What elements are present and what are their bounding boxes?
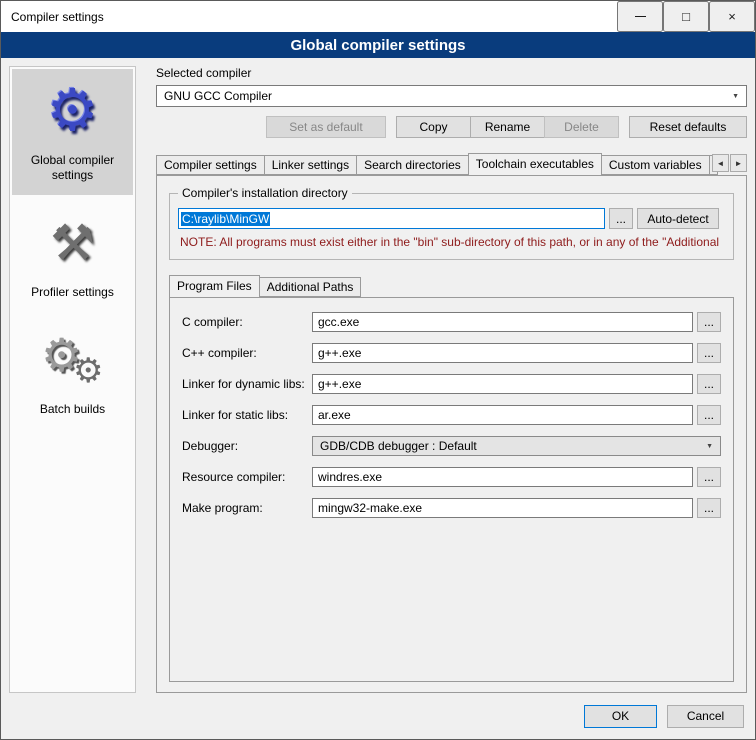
selected-compiler-label: Selected compiler — [156, 66, 747, 80]
sidebar-item-global-compiler-settings[interactable]: ⚙ Global compiler settings — [12, 69, 133, 195]
debugger-value: GDB/CDB debugger : Default — [320, 439, 477, 453]
installation-directory-row: C:\raylib\MinGW ... Auto-detect — [178, 208, 719, 229]
main-panel: Selected compiler GNU GCC Compiler ▼ Set… — [146, 66, 747, 693]
dialog-footer: OK Cancel — [1, 701, 755, 739]
compiler-buttons-row: Set as default Copy Rename Delete Reset … — [156, 116, 747, 138]
installation-directory-value: C:\raylib\MinGW — [181, 212, 270, 226]
compiler-settings-dialog: Compiler settings □ × Global compiler se… — [0, 0, 756, 740]
resource-compiler-input[interactable] — [312, 467, 693, 487]
tab-program-files[interactable]: Program Files — [169, 275, 260, 298]
browse-button[interactable]: ... — [697, 498, 721, 518]
debugger-select[interactable]: GDB/CDB debugger : Default ▼ — [312, 436, 721, 456]
copy-button[interactable]: Copy — [396, 116, 471, 138]
resource-compiler-row: Resource compiler: ... — [182, 467, 721, 487]
toolchain-executables-panel: Compiler's installation directory C:\ray… — [156, 175, 747, 693]
dynamic-linker-label: Linker for dynamic libs: — [182, 377, 312, 391]
cpp-compiler-row: C++ compiler: ... — [182, 343, 721, 363]
program-files-tabbar: Program Files Additional Paths — [169, 274, 734, 297]
browse-button[interactable]: ... — [697, 312, 721, 332]
sidebar-item-label: Global compiler settings — [15, 153, 130, 183]
gears-gray-icon: ⚙ ⚙ — [15, 328, 130, 392]
browse-button[interactable]: ... — [697, 343, 721, 363]
sidebar-item-profiler-settings[interactable]: ⚒ Profiler settings — [12, 201, 133, 312]
tab-scroll-left-button[interactable]: ◄ — [712, 154, 729, 172]
chevron-down-icon: ▼ — [726, 93, 739, 100]
installation-directory-input[interactable]: C:\raylib\MinGW — [178, 208, 605, 229]
dialog-content: ⚙ Global compiler settings ⚒ Profiler se… — [1, 58, 755, 701]
close-button[interactable]: × — [709, 1, 755, 32]
maximize-icon: □ — [682, 9, 690, 24]
tab-scroll-right-button[interactable]: ► — [730, 154, 747, 172]
static-linker-input[interactable] — [312, 405, 693, 425]
c-compiler-label: C compiler: — [182, 315, 312, 329]
browse-button[interactable]: ... — [697, 467, 721, 487]
reset-defaults-button[interactable]: Reset defaults — [629, 116, 747, 138]
selected-compiler-value: GNU GCC Compiler — [164, 89, 272, 103]
installation-directory-label: Compiler's installation directory — [178, 186, 352, 200]
tab-toolchain-executables[interactable]: Toolchain executables — [468, 153, 602, 175]
auto-detect-button[interactable]: Auto-detect — [637, 208, 719, 229]
debugger-label: Debugger: — [182, 439, 312, 453]
cancel-button[interactable]: Cancel — [667, 705, 744, 728]
page-title: Global compiler settings — [1, 32, 755, 58]
rename-button[interactable]: Rename — [470, 116, 545, 138]
gear-blue-icon: ⚙ — [15, 79, 130, 143]
debugger-row: Debugger: GDB/CDB debugger : Default ▼ — [182, 436, 721, 456]
profiler-tool-icon: ⚒ — [15, 211, 130, 275]
chevron-down-icon: ▼ — [700, 443, 713, 450]
make-program-input[interactable] — [312, 498, 693, 518]
window-title: Compiler settings — [1, 1, 617, 32]
browse-directory-button[interactable]: ... — [609, 208, 633, 229]
selected-compiler-dropdown[interactable]: GNU GCC Compiler ▼ — [156, 85, 747, 107]
close-icon: × — [728, 9, 736, 24]
arrow-right-icon: ► — [735, 159, 743, 168]
ok-button[interactable]: OK — [584, 705, 657, 728]
tab-linker-settings[interactable]: Linker settings — [264, 155, 357, 175]
sidebar: ⚙ Global compiler settings ⚒ Profiler se… — [9, 66, 136, 693]
maximize-button[interactable]: □ — [663, 1, 709, 32]
browse-button[interactable]: ... — [697, 374, 721, 394]
cpp-compiler-input[interactable] — [312, 343, 693, 363]
titlebar: Compiler settings □ × — [1, 1, 755, 32]
sidebar-item-label: Batch builds — [40, 402, 105, 417]
sidebar-item-batch-builds[interactable]: ⚙ ⚙ Batch builds — [12, 318, 133, 429]
tab-search-directories[interactable]: Search directories — [356, 155, 469, 175]
gear-icon: ⚙ — [47, 82, 99, 140]
sidebar-item-label: Profiler settings — [31, 285, 114, 300]
cpp-compiler-label: C++ compiler: — [182, 346, 312, 360]
set-as-default-button[interactable]: Set as default — [266, 116, 386, 138]
static-linker-row: Linker for static libs: ... — [182, 405, 721, 425]
installation-directory-group: Compiler's installation directory C:\ray… — [169, 193, 734, 260]
resource-compiler-label: Resource compiler: — [182, 470, 312, 484]
gear-icon: ⚙ — [73, 354, 103, 388]
settings-tabbar: Compiler settings Linker settings Search… — [156, 152, 747, 175]
static-linker-label: Linker for static libs: — [182, 408, 312, 422]
dynamic-linker-row: Linker for dynamic libs: ... — [182, 374, 721, 394]
tab-custom-variables[interactable]: Custom variables — [601, 155, 710, 175]
minimize-icon — [635, 16, 646, 17]
tab-scroll-buttons: ◄ ► — [711, 154, 747, 172]
tab-compiler-settings[interactable]: Compiler settings — [156, 155, 265, 175]
make-program-label: Make program: — [182, 501, 312, 515]
hammer-icon: ⚒ — [50, 218, 95, 268]
minimize-button[interactable] — [617, 1, 663, 32]
arrow-left-icon: ◄ — [717, 159, 725, 168]
c-compiler-row: C compiler: ... — [182, 312, 721, 332]
note-text: NOTE: All programs must exist either in … — [180, 235, 719, 249]
make-program-row: Make program: ... — [182, 498, 721, 518]
delete-button[interactable]: Delete — [544, 116, 619, 138]
c-compiler-input[interactable] — [312, 312, 693, 332]
program-files-panel: C compiler: ... C++ compiler: ... — [169, 297, 734, 682]
tab-additional-paths[interactable]: Additional Paths — [259, 277, 362, 297]
browse-button[interactable]: ... — [697, 405, 721, 425]
dynamic-linker-input[interactable] — [312, 374, 693, 394]
